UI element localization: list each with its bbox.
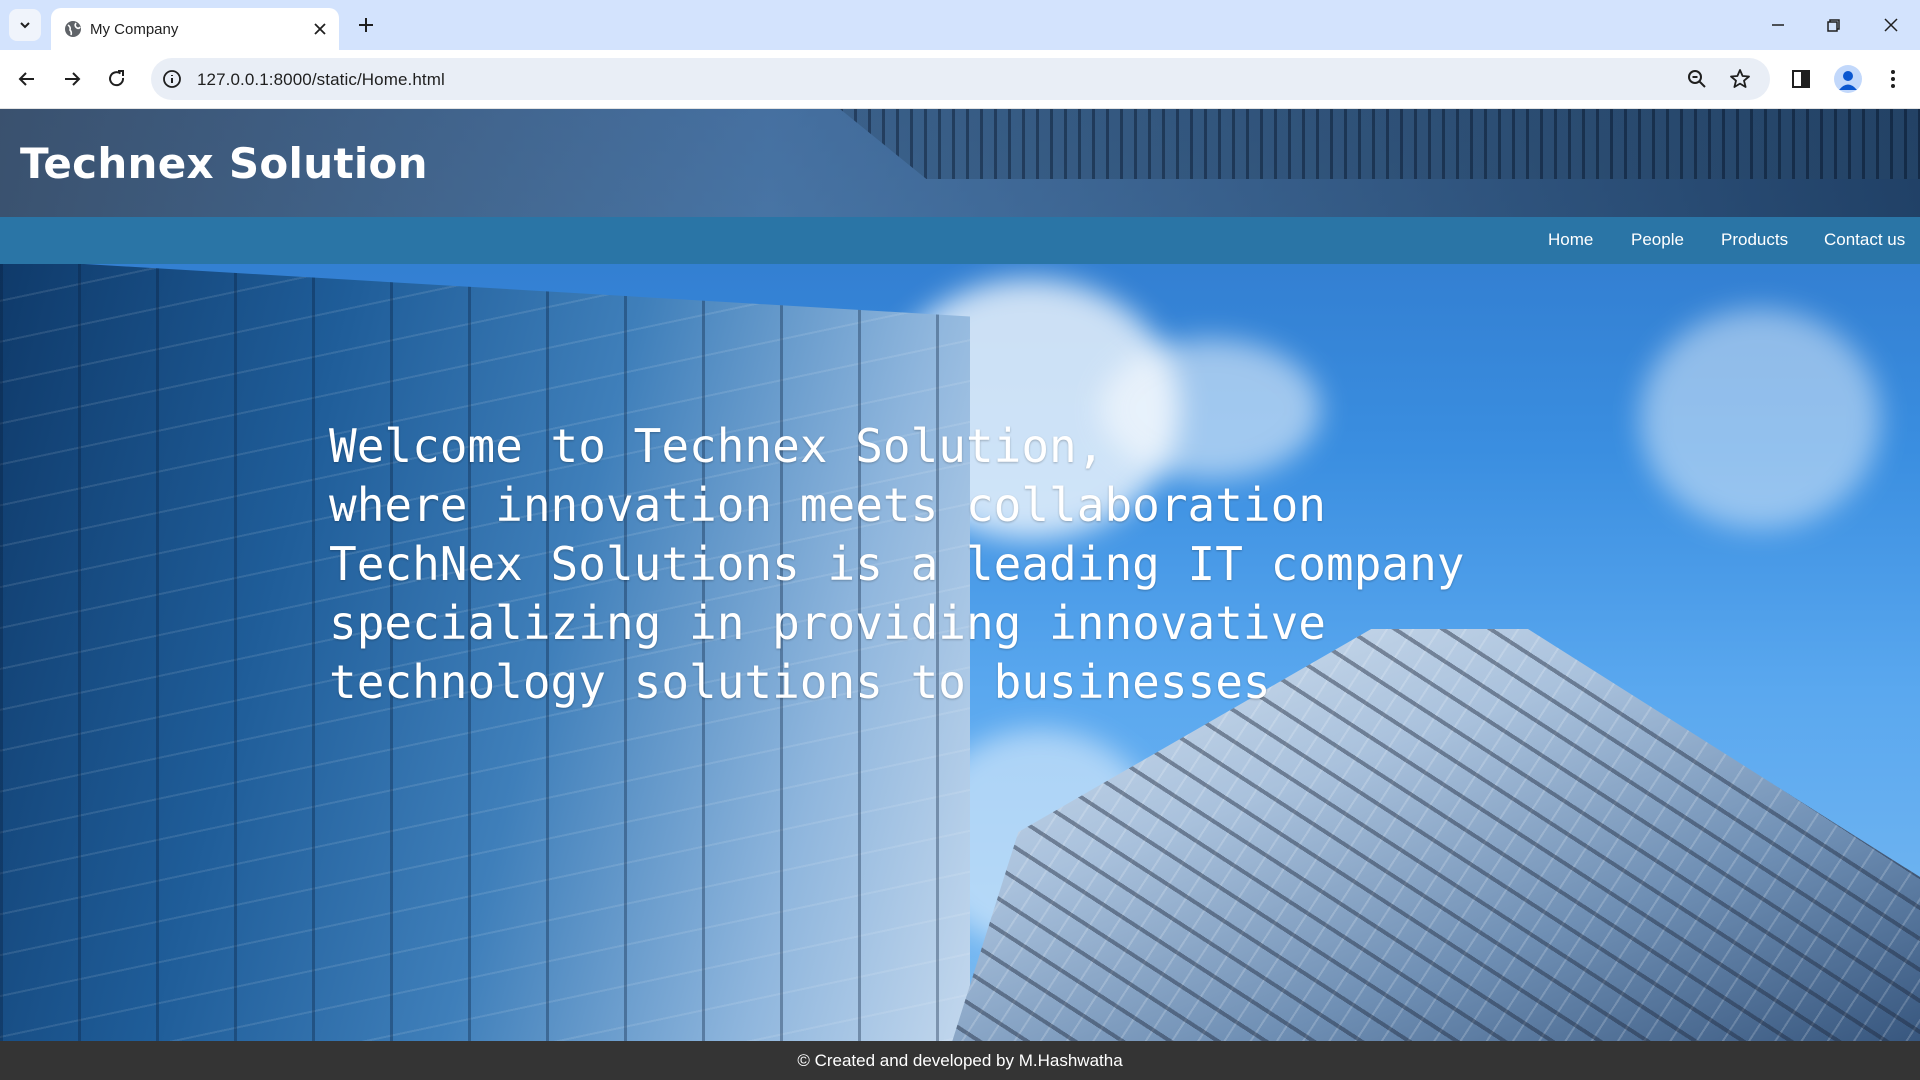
header-building-image — [840, 109, 1920, 179]
web-page: Technex Solution Home People Products Co… — [0, 109, 1920, 1080]
hero-line: Welcome to Technex Solution, — [329, 419, 1105, 473]
hero-line: technology solutions to businesses — [329, 655, 1271, 709]
address-bar[interactable]: 127.0.0.1:8000/static/Home.html — [151, 58, 1770, 100]
zoom-icon[interactable] — [1686, 68, 1708, 90]
more-menu-icon[interactable] — [1880, 66, 1906, 92]
globe-icon — [65, 21, 81, 37]
hero-line: specializing in providing innovative — [329, 596, 1326, 650]
restore-icon[interactable] — [1820, 12, 1846, 38]
site-navbar: Home People Products Contact us — [0, 217, 1920, 264]
nav-link-people[interactable]: People — [1631, 230, 1684, 250]
hero-line: where innovation meets collaboration — [329, 478, 1326, 532]
side-panel-icon[interactable] — [1788, 66, 1814, 92]
nav-link-products[interactable]: Products — [1721, 230, 1788, 250]
site-info-icon[interactable] — [162, 69, 182, 89]
chevron-down-icon — [20, 22, 30, 29]
site-footer: © Created and developed by M.Hashwatha — [0, 1041, 1920, 1080]
profile-avatar-icon[interactable] — [1834, 65, 1862, 93]
cloud — [1640, 309, 1880, 529]
hero-line: TechNex Solutions is a leading IT compan… — [329, 537, 1465, 591]
forward-arrow-icon[interactable] — [59, 66, 85, 92]
url-text[interactable]: 127.0.0.1:8000/static/Home.html — [197, 70, 445, 90]
tab-search-button[interactable] — [9, 9, 41, 41]
back-arrow-icon[interactable] — [14, 66, 40, 92]
close-window-icon[interactable] — [1878, 12, 1904, 38]
site-header: Technex Solution — [0, 109, 1920, 217]
close-tab-icon[interactable] — [310, 19, 330, 39]
tab-title: My Company — [90, 21, 179, 38]
nav-link-contact-us[interactable]: Contact us — [1824, 230, 1905, 250]
nav-link-home[interactable]: Home — [1548, 230, 1593, 250]
reload-icon[interactable] — [104, 66, 130, 92]
bookmark-star-icon[interactable] — [1728, 67, 1752, 91]
hero-text: Welcome to Technex Solution, where innov… — [329, 417, 1579, 712]
new-tab-icon[interactable] — [354, 13, 378, 37]
site-title: Technex Solution — [20, 139, 428, 188]
browser-tab-active[interactable]: My Company — [51, 8, 339, 50]
browser-toolbar: 127.0.0.1:8000/static/Home.html — [0, 50, 1920, 109]
browser-tab-strip: My Company — [0, 0, 1920, 50]
minimize-icon[interactable] — [1765, 12, 1791, 38]
